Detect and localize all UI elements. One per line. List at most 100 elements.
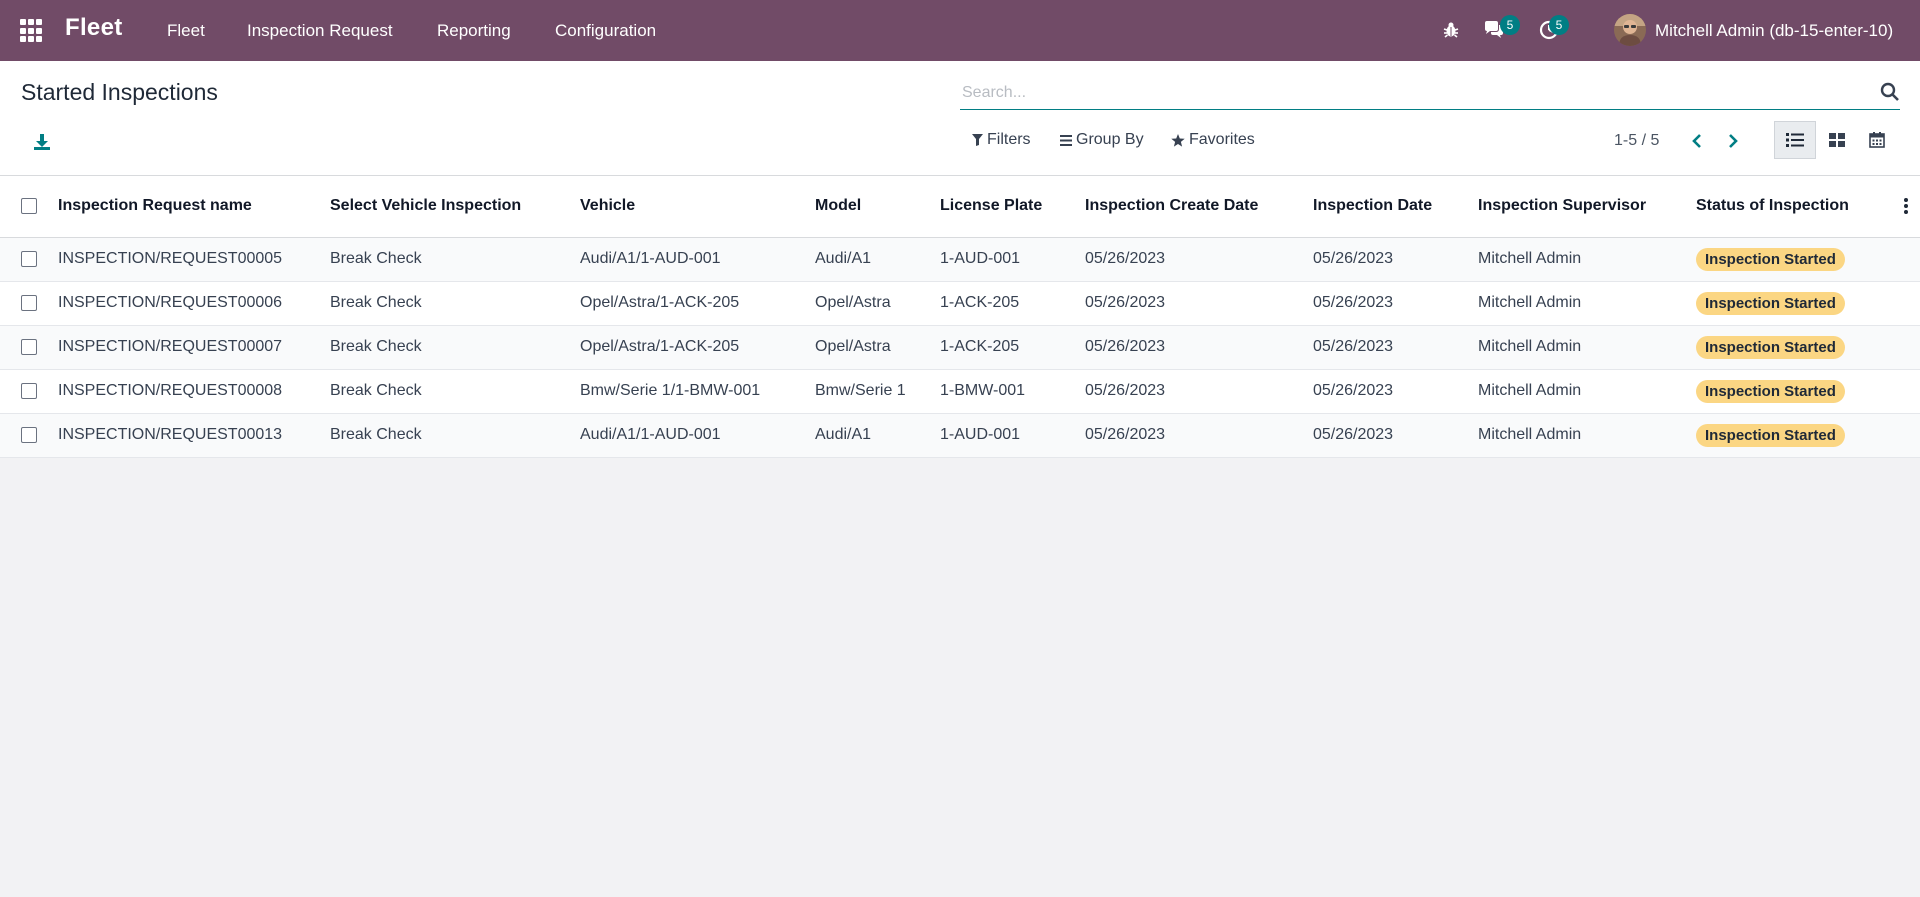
- cell-vehicle-inspection: Break Check: [330, 250, 422, 267]
- cell-license-plate: 1-AUD-001: [940, 250, 1021, 267]
- activities-counter-badge: 5: [1549, 15, 1569, 35]
- column-header-vehicle-inspection[interactable]: Select Vehicle Inspection: [330, 176, 580, 237]
- cell-create-date: 05/26/2023: [1085, 426, 1166, 443]
- filters-label: Filters: [987, 131, 1031, 148]
- cell-name: INSPECTION/REQUEST00013: [58, 426, 283, 443]
- cell-name: INSPECTION/REQUEST00008: [58, 382, 283, 399]
- row-checkbox[interactable]: [21, 426, 37, 443]
- cell-vehicle-inspection: Break Check: [330, 294, 422, 311]
- favorites-button[interactable]: Favorites: [1171, 131, 1255, 149]
- table-row[interactable]: INSPECTION/REQUEST00008 Break Check Bmw/…: [0, 369, 1920, 413]
- menu-item-fleet[interactable]: Fleet: [167, 21, 205, 41]
- status-badge: Inspection Started: [1696, 423, 1845, 447]
- row-checkbox[interactable]: [21, 338, 37, 355]
- cell-vehicle: Bmw/Serie 1/1-BMW-001: [580, 382, 761, 399]
- cell-name: INSPECTION/REQUEST00007: [58, 338, 283, 355]
- inspections-table: Inspection Request name Select Vehicle I…: [0, 176, 1920, 458]
- column-header-create-date[interactable]: Inspection Create Date: [1085, 176, 1313, 237]
- star-icon: [1171, 133, 1185, 147]
- cell-supervisor: Mitchell Admin: [1478, 382, 1582, 399]
- filter-icon: [972, 134, 983, 146]
- group-by-label: Group By: [1076, 131, 1144, 148]
- cell-model: Audi/A1: [815, 250, 872, 267]
- column-header-status-label: Status of Inspection: [1696, 197, 1849, 215]
- menu-item-reporting[interactable]: Reporting: [437, 21, 511, 41]
- table-row[interactable]: INSPECTION/REQUEST00007 Break Check Opel…: [0, 325, 1920, 369]
- cell-create-date: 05/26/2023: [1085, 382, 1166, 399]
- cell-model: Bmw/Serie 1: [815, 382, 906, 399]
- optional-columns-icon[interactable]: [1904, 198, 1908, 215]
- chevron-left-icon[interactable]: [1686, 129, 1708, 153]
- cell-create-date: 05/26/2023: [1085, 250, 1166, 267]
- search-bar: [960, 76, 1900, 110]
- cell-name: INSPECTION/REQUEST00005: [58, 250, 283, 267]
- status-badge: Inspection Started: [1696, 335, 1845, 359]
- select-all-checkbox[interactable]: [21, 198, 37, 215]
- cell-vehicle: Opel/Astra/1-ACK-205: [580, 294, 740, 311]
- cell-vehicle: Audi/A1/1-AUD-001: [580, 426, 721, 443]
- list-bars-icon: [1060, 134, 1072, 146]
- column-header-status[interactable]: Status of Inspection: [1696, 176, 1920, 237]
- column-header-inspection-date[interactable]: Inspection Date: [1313, 176, 1478, 237]
- column-header-supervisor[interactable]: Inspection Supervisor: [1478, 176, 1696, 237]
- menu-item-configuration[interactable]: Configuration: [555, 21, 656, 41]
- app-brand[interactable]: Fleet: [65, 14, 123, 42]
- cell-name: INSPECTION/REQUEST00006: [58, 294, 283, 311]
- top-navbar: Fleet Fleet Inspection Request Reporting…: [0, 0, 1920, 61]
- cell-license-plate: 1-AUD-001: [940, 426, 1021, 443]
- status-badge: Inspection Started: [1696, 247, 1845, 271]
- cell-license-plate: 1-BMW-001: [940, 382, 1026, 399]
- cell-vehicle-inspection: Break Check: [330, 382, 422, 399]
- cell-supervisor: Mitchell Admin: [1478, 338, 1582, 355]
- cell-inspection-date: 05/26/2023: [1313, 250, 1394, 267]
- table-row[interactable]: INSPECTION/REQUEST00005 Break Check Audi…: [0, 237, 1920, 281]
- row-checkbox[interactable]: [21, 250, 37, 267]
- filters-button[interactable]: Filters: [972, 131, 1031, 149]
- control-panel: Started Inspections Filters Group By: [0, 61, 1920, 176]
- cell-inspection-date: 05/26/2023: [1313, 382, 1394, 399]
- status-badge: Inspection Started: [1696, 291, 1845, 315]
- status-badge: Inspection Started: [1696, 379, 1845, 403]
- apps-grid-icon[interactable]: [20, 19, 44, 43]
- cell-license-plate: 1-ACK-205: [940, 294, 1020, 311]
- cell-model: Opel/Astra: [815, 338, 891, 355]
- cell-supervisor: Mitchell Admin: [1478, 250, 1582, 267]
- row-checkbox[interactable]: [21, 382, 37, 399]
- search-icon[interactable]: [1880, 82, 1900, 102]
- cell-inspection-date: 05/26/2023: [1313, 294, 1394, 311]
- list-view-icon[interactable]: [1774, 121, 1816, 159]
- cell-create-date: 05/26/2023: [1085, 294, 1166, 311]
- favorites-label: Favorites: [1189, 131, 1255, 148]
- group-by-button[interactable]: Group By: [1060, 131, 1144, 149]
- column-header-name[interactable]: Inspection Request name: [58, 176, 330, 237]
- table-row[interactable]: INSPECTION/REQUEST00013 Break Check Audi…: [0, 413, 1920, 457]
- kanban-view-icon[interactable]: [1816, 121, 1858, 159]
- cell-create-date: 05/26/2023: [1085, 338, 1166, 355]
- messages-counter-badge: 5: [1500, 15, 1520, 35]
- menu-item-inspection-request[interactable]: Inspection Request: [247, 21, 393, 41]
- column-header-model[interactable]: Model: [815, 176, 940, 237]
- avatar[interactable]: [1614, 14, 1646, 46]
- cell-inspection-date: 05/26/2023: [1313, 338, 1394, 355]
- page-title: Started Inspections: [21, 79, 218, 105]
- search-input[interactable]: [962, 80, 1842, 106]
- download-icon[interactable]: [30, 130, 54, 154]
- calendar-view-icon[interactable]: [1856, 121, 1898, 159]
- cell-model: Audi/A1: [815, 426, 872, 443]
- cell-vehicle: Audi/A1/1-AUD-001: [580, 250, 721, 267]
- table-row[interactable]: INSPECTION/REQUEST00006 Break Check Opel…: [0, 281, 1920, 325]
- cell-license-plate: 1-ACK-205: [940, 338, 1020, 355]
- cell-supervisor: Mitchell Admin: [1478, 294, 1582, 311]
- column-header-license-plate[interactable]: License Plate: [940, 176, 1085, 237]
- bug-icon[interactable]: [1439, 18, 1463, 42]
- table-header-row: Inspection Request name Select Vehicle I…: [0, 176, 1920, 237]
- cell-vehicle-inspection: Break Check: [330, 338, 422, 355]
- pager-value[interactable]: 1-5 / 5: [1614, 132, 1659, 150]
- cell-vehicle-inspection: Break Check: [330, 426, 422, 443]
- cell-model: Opel/Astra: [815, 294, 891, 311]
- cell-supervisor: Mitchell Admin: [1478, 426, 1582, 443]
- chevron-right-icon[interactable]: [1722, 129, 1744, 153]
- row-checkbox[interactable]: [21, 294, 37, 311]
- column-header-vehicle[interactable]: Vehicle: [580, 176, 815, 237]
- user-menu-name[interactable]: Mitchell Admin (db-15-enter-10): [1655, 21, 1893, 41]
